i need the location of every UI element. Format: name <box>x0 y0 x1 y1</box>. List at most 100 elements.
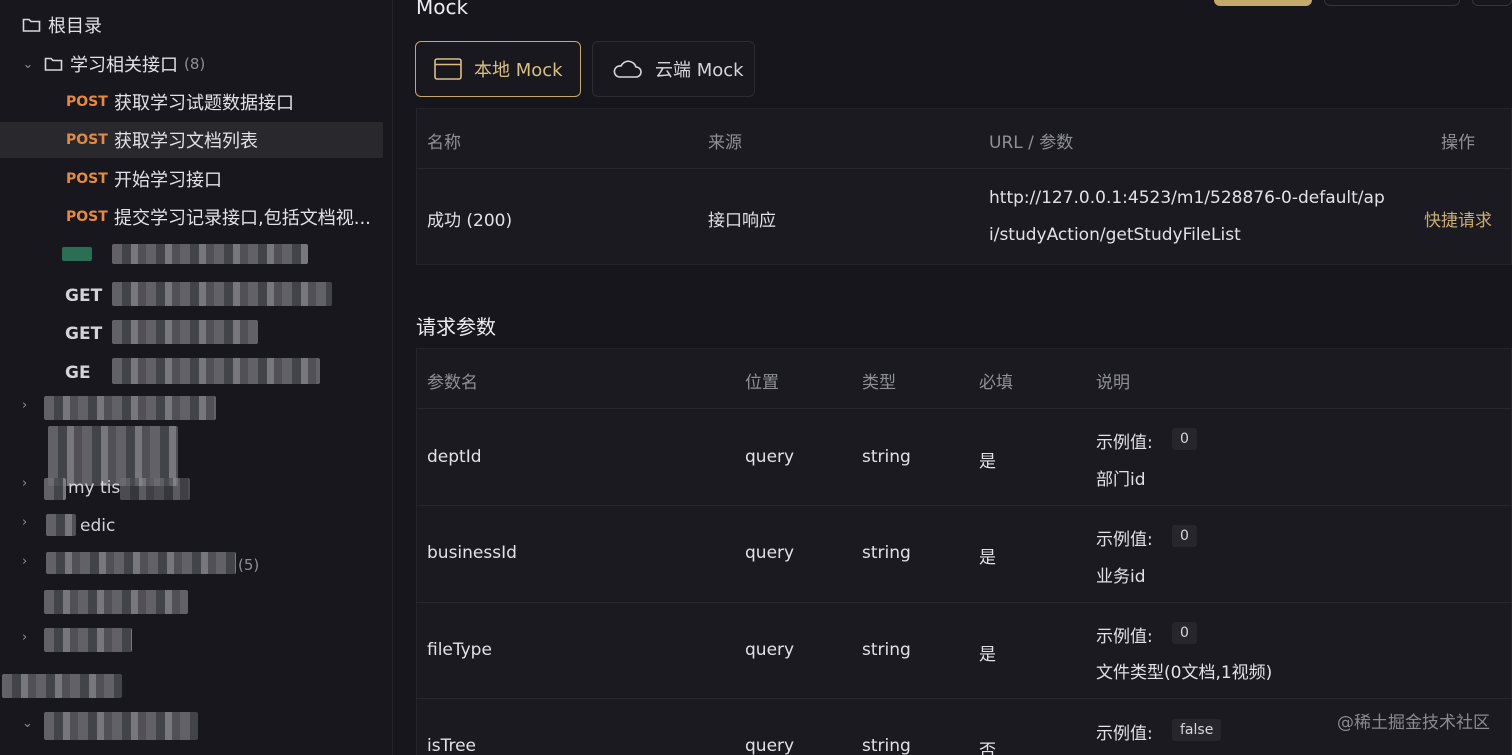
primary-action-button[interactable] <box>1214 0 1312 6</box>
endpoint-name: 开始学习接口 <box>114 170 222 191</box>
browser-window-icon <box>434 58 462 80</box>
redacted-block <box>120 478 190 500</box>
example-label: 示例值: <box>1096 530 1153 550</box>
more-action-button[interactable] <box>1472 0 1512 6</box>
param-location: query <box>745 543 795 563</box>
mock-table <box>416 108 1512 265</box>
method-badge: POST <box>66 171 108 187</box>
folder-open-icon <box>44 57 63 71</box>
divider <box>416 698 1512 699</box>
redacted-block <box>48 426 178 486</box>
secondary-action-button[interactable] <box>1324 0 1460 6</box>
example-label: 示例值: <box>1096 627 1153 647</box>
redacted-block <box>44 478 66 500</box>
params-table <box>416 348 1512 755</box>
example-label: 示例值: <box>1096 724 1153 744</box>
redacted-block <box>44 712 198 740</box>
folder-label-partial: edic <box>80 516 116 536</box>
method-badge: POST <box>66 209 108 225</box>
divider <box>416 505 1512 506</box>
mock-url-line-2[interactable]: i/studyAction/getStudyFileList <box>989 225 1241 245</box>
tab-cloud-mock[interactable]: 云端 Mock <box>592 41 755 97</box>
tree-endpoint[interactable]: POST 提交学习记录接口,包括文档视... <box>0 199 383 235</box>
redacted-block <box>2 674 122 698</box>
endpoint-name: 获取学习试题数据接口 <box>114 93 294 114</box>
api-tree-sidebar: 根目录 ⌄ 学习相关接口 (8) POST 获取学习试题数据接口 POST 获取… <box>0 0 393 755</box>
mock-section-title: Mock <box>416 0 469 19</box>
divider <box>416 602 1512 603</box>
cloud-icon <box>613 60 642 78</box>
mock-row-source: 接口响应 <box>708 211 776 231</box>
param-location: query <box>745 736 795 755</box>
tree-endpoint[interactable]: POST 获取学习试题数据接口 <box>0 84 383 120</box>
column-header-name: 名称 <box>427 133 461 153</box>
chevron-right-icon[interactable]: › <box>22 398 27 413</box>
watermark: @稀土掘金技术社区 <box>1337 713 1490 733</box>
endpoint-name: 提交学习记录接口,包括文档视... <box>114 208 371 229</box>
param-type: string <box>862 447 911 467</box>
method-badge: GET <box>65 286 103 306</box>
column-header-url: URL / 参数 <box>989 133 1074 153</box>
redacted-block <box>112 244 308 264</box>
param-required: 否 <box>979 741 996 755</box>
example-value-chip: false <box>1172 719 1222 741</box>
tab-cloud-mock-label: 云端 Mock <box>655 60 744 81</box>
redacted-block <box>112 320 258 344</box>
redacted-block <box>46 552 236 574</box>
redacted-block <box>46 514 76 536</box>
tree-root-label: 根目录 <box>48 16 102 37</box>
param-name: isTree <box>427 736 476 755</box>
redacted-block <box>44 396 216 420</box>
mock-row-name: 成功 (200) <box>427 211 513 231</box>
chevron-right-icon[interactable]: › <box>22 554 27 569</box>
redacted-block <box>44 590 188 614</box>
folder-count: (5) <box>238 556 260 574</box>
redacted-block <box>112 358 320 384</box>
param-required: 是 <box>979 452 996 472</box>
tree-folder-study[interactable]: ⌄ 学习相关接口 (8) <box>0 46 383 82</box>
tree-root[interactable]: 根目录 <box>0 7 383 43</box>
param-required: 是 <box>979 645 996 665</box>
chevron-down-icon[interactable]: ⌄ <box>22 716 33 731</box>
method-badge: GET <box>65 324 103 344</box>
param-name: deptId <box>427 447 482 467</box>
folder-label: 学习相关接口 <box>70 55 178 76</box>
divider <box>416 408 1512 409</box>
column-header-type: 类型 <box>862 373 896 393</box>
divider <box>416 168 1512 169</box>
params-section-title: 请求参数 <box>416 315 496 339</box>
tree-endpoint-selected[interactable]: POST 获取学习文档列表 <box>0 122 383 158</box>
chevron-right-icon[interactable]: › <box>22 630 27 645</box>
method-badge: GE <box>65 363 91 383</box>
example-value-chip: 0 <box>1172 428 1197 450</box>
param-type: string <box>862 736 911 755</box>
example-value-chip: 0 <box>1172 622 1197 644</box>
param-required: 是 <box>979 548 996 568</box>
param-description: 部门id <box>1096 470 1146 490</box>
column-header-location: 位置 <box>745 373 779 393</box>
column-header-required: 必填 <box>979 373 1013 393</box>
param-location: query <box>745 640 795 660</box>
param-type: string <box>862 640 911 660</box>
param-description: 业务id <box>1096 567 1146 587</box>
tree-endpoint[interactable]: POST 开始学习接口 <box>0 161 383 197</box>
example-label: 示例值: <box>1096 433 1153 453</box>
folder-count: (8) <box>184 55 206 73</box>
tab-local-mock-label: 本地 Mock <box>474 60 563 81</box>
param-type: string <box>862 543 911 563</box>
method-badge: POST <box>66 132 108 148</box>
chevron-right-icon[interactable]: › <box>22 476 27 491</box>
method-badge: POST <box>66 94 108 110</box>
tab-local-mock[interactable]: 本地 Mock <box>415 41 581 97</box>
chevron-right-icon[interactable]: › <box>22 515 27 530</box>
param-location: query <box>745 447 795 467</box>
chevron-down-icon[interactable]: ⌄ <box>20 57 36 72</box>
folder-label-partial: my tis <box>68 478 121 498</box>
column-header-action: 操作 <box>1441 133 1475 153</box>
example-value-chip: 0 <box>1172 525 1197 547</box>
folder-icon <box>22 18 41 32</box>
redacted-block <box>112 282 332 306</box>
redacted-block <box>62 247 92 261</box>
mock-url-line-1[interactable]: http://127.0.0.1:4523/m1/528876-0-defaul… <box>989 188 1385 208</box>
quick-request-link[interactable]: 快捷请求 <box>1424 206 1492 231</box>
